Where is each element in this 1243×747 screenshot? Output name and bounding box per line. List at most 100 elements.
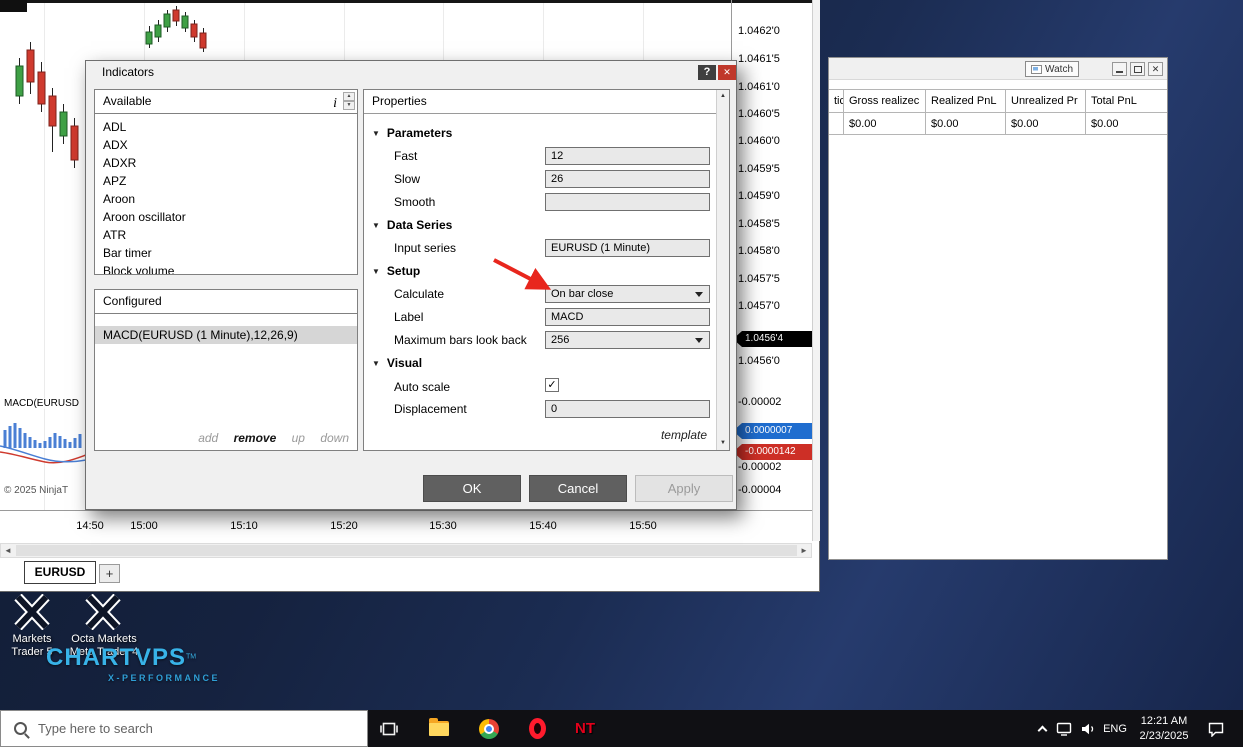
properties-scrollbar[interactable]: ▲ ▼	[716, 90, 729, 450]
price-axis-label: 1.0462'0	[738, 25, 780, 37]
tab-eurusd[interactable]: EURUSD	[24, 561, 96, 584]
available-indicator-item[interactable]: Aroon oscillator	[95, 208, 357, 226]
macd-axis-label: -0.00002	[738, 396, 781, 408]
minimize-button[interactable]	[1112, 62, 1127, 76]
folder-icon	[429, 721, 449, 736]
down-link[interactable]: down	[320, 431, 349, 445]
time-axis-label: 15:40	[521, 520, 565, 532]
section-label: Data Series	[387, 218, 452, 232]
maximize-icon	[1134, 66, 1142, 73]
close-button[interactable]: ✕	[1148, 62, 1163, 76]
table-cell	[829, 113, 844, 134]
search-icon	[14, 722, 27, 735]
up-link[interactable]: up	[292, 431, 305, 445]
action-center-button[interactable]	[1204, 710, 1228, 747]
watch-button[interactable]: Watch	[1025, 61, 1079, 77]
label-input[interactable]: MACD	[545, 308, 710, 326]
column-header[interactable]: Gross realizec	[844, 90, 926, 112]
available-indicator-item[interactable]: Aroon	[95, 190, 357, 208]
time-axis-label: 15:10	[222, 520, 266, 532]
available-indicator-item[interactable]: Bar timer	[95, 244, 357, 262]
price-axis-label: 1.0459'0	[738, 190, 780, 202]
input-series-label: Input series	[394, 241, 456, 255]
table-cell: $0.00	[1086, 113, 1167, 134]
macd-indicator-label: MACD(EURUSD	[4, 398, 79, 409]
remove-link[interactable]: remove	[234, 431, 277, 445]
displacement-input[interactable]: 0	[545, 400, 710, 418]
maximize-button[interactable]	[1130, 62, 1145, 76]
price-axis-label: 1.0460'5	[738, 108, 780, 120]
scroll-right-icon[interactable]: ►	[797, 544, 811, 557]
table-row[interactable]: $0.00 $0.00 $0.00 $0.00	[829, 113, 1167, 135]
configured-header: Configured	[95, 290, 357, 314]
volume-tray-button[interactable]	[1076, 710, 1100, 747]
macd-value-badge-positive: 0.0000007	[733, 423, 812, 439]
available-indicator-item[interactable]: Block volume	[95, 262, 357, 275]
calculate-dropdown[interactable]: On bar close	[545, 285, 710, 303]
desktop-icon-mt4[interactable]	[62, 594, 146, 630]
add-link[interactable]: add	[198, 431, 218, 445]
section-label: Parameters	[387, 126, 452, 140]
ok-button[interactable]: OK	[423, 475, 521, 502]
minimize-icon	[1116, 71, 1123, 73]
available-indicator-item[interactable]: ADL	[95, 118, 357, 136]
available-indicator-item[interactable]: ATR	[95, 226, 357, 244]
auto-scale-checkbox[interactable]: ✓	[545, 378, 559, 392]
template-link[interactable]: template	[661, 428, 707, 442]
help-button[interactable]: ?	[698, 65, 716, 80]
section-parameters[interactable]: ▼ Parameters	[372, 126, 452, 140]
displacement-label: Displacement	[394, 402, 467, 416]
close-button[interactable]: ✕	[718, 65, 736, 80]
account-table: tic Gross realizec Realized PnL Unrealiz…	[829, 89, 1167, 135]
watch-titlebar[interactable]: Watch ✕	[829, 58, 1167, 80]
section-data-series[interactable]: ▼ Data Series	[372, 218, 452, 232]
desktop-icon-mt5[interactable]	[2, 594, 62, 630]
available-indicator-item[interactable]: APZ	[95, 172, 357, 190]
opera-button[interactable]	[516, 710, 558, 747]
network-tray-button[interactable]	[1052, 710, 1076, 747]
available-indicator-item[interactable]: ADX	[95, 136, 357, 154]
input-series-field[interactable]: EURUSD (1 Minute)	[545, 239, 710, 257]
horizontal-scrollbar[interactable]: ◄ ►	[0, 543, 812, 558]
indicators-dialog: Indicators ? ✕ Available i ▲ ▼ ADL ADX A…	[85, 60, 737, 510]
collapse-icon: ▼	[372, 221, 380, 230]
file-explorer-button[interactable]	[418, 710, 460, 747]
column-header[interactable]: Unrealized Pr	[1006, 90, 1086, 112]
scroll-left-icon[interactable]: ◄	[1, 544, 15, 557]
tray-expand-button[interactable]	[1030, 710, 1054, 747]
cancel-button[interactable]: Cancel	[529, 475, 627, 502]
available-indicator-item[interactable]: ADXR	[95, 154, 357, 172]
scroll-down-icon[interactable]: ▼	[343, 101, 355, 110]
section-visual[interactable]: ▼ Visual	[372, 356, 422, 370]
task-view-button[interactable]	[368, 710, 410, 747]
section-setup[interactable]: ▼ Setup	[372, 264, 420, 278]
notification-icon	[1207, 721, 1225, 737]
slow-input[interactable]: 26	[545, 170, 710, 188]
scrollbar-thumb[interactable]	[16, 545, 797, 556]
vertical-scrollbar[interactable]	[812, 0, 820, 541]
chartvps-tagline: X-PERFORMANCE	[108, 673, 220, 683]
configured-indicator-item[interactable]: MACD(EURUSD (1 Minute),12,26,9)	[95, 326, 357, 344]
scroll-up-icon[interactable]: ▲	[717, 90, 729, 103]
fast-input[interactable]: 12	[545, 147, 710, 165]
column-header[interactable]: Realized PnL	[926, 90, 1006, 112]
scroll-up-icon[interactable]: ▲	[343, 92, 355, 101]
column-header[interactable]: Total PnL	[1086, 90, 1167, 112]
ninjatrader-button[interactable]: NT	[564, 710, 606, 747]
collapse-icon: ▼	[372, 359, 380, 368]
taskbar-clock[interactable]: 12:21 AM 2/23/2025	[1134, 714, 1194, 744]
chartvps-wordmark: CHARTVPS	[46, 644, 186, 671]
price-axis-label: 1.0456'0	[738, 355, 780, 367]
table-cell: $0.00	[926, 113, 1006, 134]
scroll-down-icon[interactable]: ▼	[717, 437, 729, 450]
search-input[interactable]	[38, 721, 338, 736]
apply-button[interactable]: Apply	[635, 475, 733, 502]
language-indicator[interactable]: ENG	[1100, 710, 1130, 747]
chrome-button[interactable]	[468, 710, 510, 747]
new-tab-button[interactable]: +	[99, 564, 120, 583]
info-icon[interactable]: i	[333, 92, 337, 115]
max-bars-dropdown[interactable]: 256	[545, 331, 710, 349]
column-header[interactable]: tic	[829, 90, 844, 112]
taskbar-search[interactable]	[0, 710, 368, 747]
smooth-input[interactable]	[545, 193, 710, 211]
